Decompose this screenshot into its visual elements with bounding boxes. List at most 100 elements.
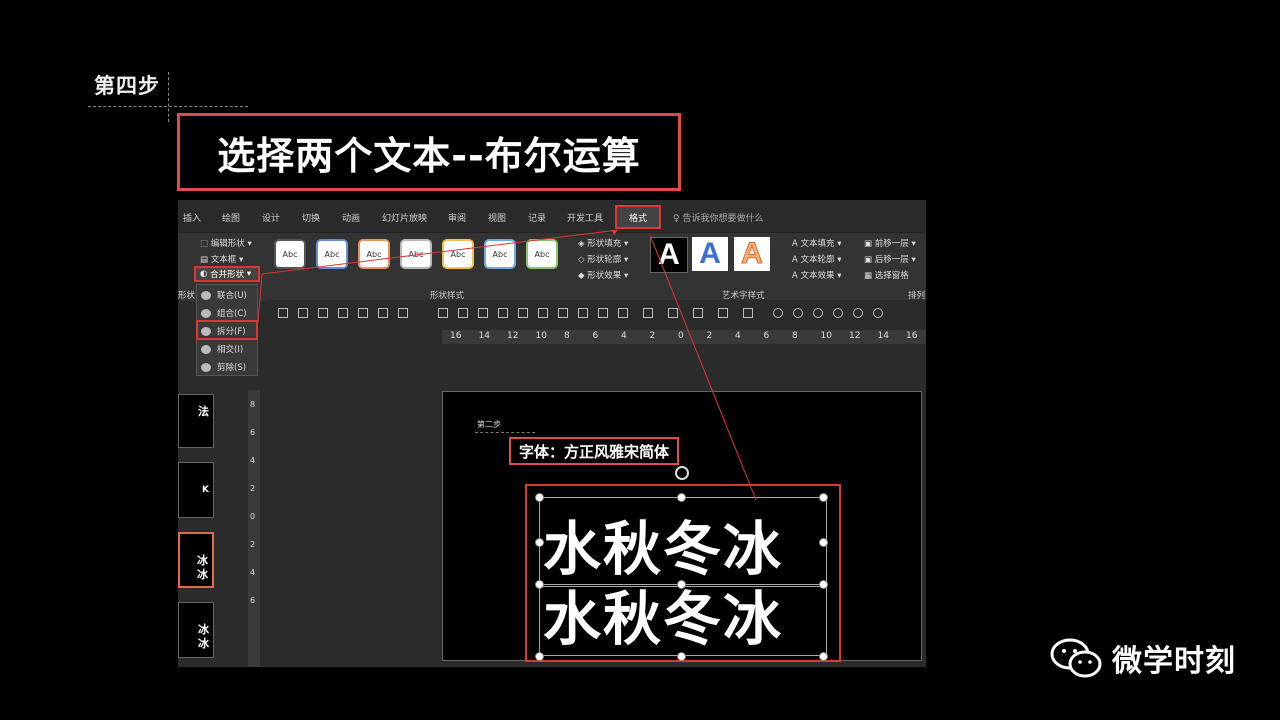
tell-me-search[interactable]: ♀ 告诉我你想要做什么 [673,211,763,224]
resize-handle[interactable] [677,652,686,661]
send-back-icon[interactable] [518,308,528,318]
tab-transitions[interactable]: 切换 [302,211,320,224]
ribbon-tab-bar: 插入 绘图 设计 切换 动画 幻灯片放映 审阅 视图 记录 开发工具 格式 ♀ … [178,200,926,232]
tab-draw[interactable]: 绘图 [222,211,240,224]
text-fill-button[interactable]: A 文本填充 ▾ [792,237,842,249]
merge-shapes-icon: ◐ [200,269,208,279]
text-outline-button[interactable]: A 文本轮廓 ▾ [792,253,842,265]
resize-handle[interactable] [535,652,544,661]
subtract-shape-icon[interactable] [853,308,863,318]
shape-style-4[interactable]: Abc [400,239,432,269]
shape-style-3[interactable]: Abc [358,239,390,269]
slide-thumbnail-2[interactable]: K [178,462,214,518]
merge-shapes-button[interactable]: ◐ 合并形状 ▾ [194,266,260,282]
vertical-ruler: 8 6 4 2 0 2 4 6 [248,390,260,667]
fill-icon[interactable] [693,308,703,318]
select-icon[interactable] [578,308,588,318]
resize-handle[interactable] [535,538,544,547]
rotate-handle-icon[interactable] [675,466,689,480]
resize-handle[interactable] [535,493,544,502]
textbox-icon[interactable] [668,308,678,318]
shape-style-1[interactable]: Abc [274,239,306,269]
ribbon: ⬚ 编辑形状 ▾ ▤ 文本框 ▾ 形状 Abc Abc Abc Abc Abc … [178,232,926,301]
shape-outline-button[interactable]: ◇ 形状轮廓 ▾ [578,253,628,265]
align-middle-icon[interactable] [358,308,368,318]
thumb-text-2: K [202,485,209,495]
edit-shape-button[interactable]: ⬚ 编辑形状 ▾ [200,237,252,249]
slide-thumbnail-1[interactable]: 法 [178,394,214,448]
resize-handle[interactable] [677,580,686,589]
tab-design[interactable]: 设计 [262,211,280,224]
ungroup-icon[interactable] [558,308,568,318]
brand-logo: 微学时刻 [1050,636,1236,680]
shape-style-6[interactable]: Abc [484,239,516,269]
distribute-icon[interactable] [398,308,408,318]
shape-effect-button[interactable]: ◆ 形状效果 ▾ [578,269,628,281]
shape-style-5[interactable]: Abc [442,239,474,269]
tab-view[interactable]: 视图 [488,211,506,224]
shape-style-2[interactable]: Abc [316,239,348,269]
tab-animations[interactable]: 动画 [342,211,360,224]
text-box-button[interactable]: ▤ 文本框 ▾ [200,253,243,265]
selection-pane-label: 选择窗格 [874,271,909,281]
flip-icon[interactable] [438,308,448,318]
resize-handle[interactable] [677,493,686,502]
tab-review[interactable]: 审阅 [448,211,466,224]
menu-item-subtract[interactable]: 剪除(S) [201,361,246,373]
selection-pane-button[interactable]: ▦ 选择窗格 [864,269,909,281]
tell-me-label: 告诉我你想要做什么 [682,214,764,224]
ruler-h-tick: 0 [678,331,684,341]
send-backward-label: 后移一层 [874,255,909,265]
shape-fill-button[interactable]: ◈ 形状填充 ▾ [578,237,628,249]
font-color-icon[interactable] [618,308,628,318]
resize-handle[interactable] [535,580,544,589]
intersect-icon [201,344,211,354]
shape-icon[interactable] [643,308,653,318]
union-shape-icon[interactable] [773,308,783,318]
intersect-shape-icon[interactable] [833,308,843,318]
combine-shape-icon[interactable] [793,308,803,318]
text-effect-button[interactable]: A 文本效果 ▾ [792,269,842,281]
menu-item-intersect[interactable]: 相交(I) [201,343,243,355]
app-screenshot: 插入 绘图 设计 切换 动画 幻灯片放映 审阅 视图 记录 开发工具 格式 ♀ … [178,200,926,667]
tab-developer[interactable]: 开发工具 [567,211,603,224]
text-line-2[interactable]: 水秋冬冰 [543,572,783,656]
slide-thumbnail-3[interactable]: 冰 冰 [178,532,214,588]
resize-handle[interactable] [819,652,828,661]
bring-forward-button[interactable]: ▣ 前移一层 ▾ [864,237,916,249]
rotate-left-icon[interactable] [458,308,468,318]
bring-front-icon[interactable] [498,308,508,318]
art-style-blue[interactable]: A [692,237,728,271]
ruler-h-tick: 2 [649,331,656,341]
fragment-shape-icon[interactable] [813,308,823,318]
font-label: 字体：方正风雅宋简体 [518,442,669,461]
resize-handle[interactable] [819,580,828,589]
align-right-icon[interactable] [318,308,328,318]
menu-item-union[interactable]: 联合(U) [201,289,247,301]
align-top-icon[interactable] [338,308,348,318]
tab-format[interactable]: 格式 [615,205,661,229]
shape-style-7[interactable]: Abc [526,239,558,269]
menu-item-combine[interactable]: 组合(C) [201,307,247,319]
rotate-right-icon[interactable] [478,308,488,318]
group-icon[interactable] [538,308,548,318]
union-icon [201,290,211,300]
extra-shape-icon[interactable] [873,308,883,318]
art-style-white[interactable]: A [650,237,688,273]
send-backward-button[interactable]: ▣ 后移一层 ▾ [864,253,916,265]
crop-icon[interactable] [598,308,608,318]
align-center-icon[interactable] [298,308,308,318]
tab-slideshow[interactable]: 幻灯片放映 [382,211,427,224]
ruler-v-tick: 6 [250,428,256,437]
align-left-icon[interactable] [278,308,288,318]
art-style-orange[interactable]: A [734,237,770,271]
align-bottom-icon[interactable] [378,308,388,318]
slide-thumbnail-4[interactable]: 冰 冰 [178,602,214,658]
effects-icon[interactable] [743,308,753,318]
resize-handle[interactable] [819,538,828,547]
ruler-v-tick: 2 [250,540,256,549]
tab-insert[interactable]: 插入 [183,211,201,224]
resize-handle[interactable] [819,493,828,502]
tab-record[interactable]: 记录 [528,211,546,224]
outline-icon[interactable] [718,308,728,318]
